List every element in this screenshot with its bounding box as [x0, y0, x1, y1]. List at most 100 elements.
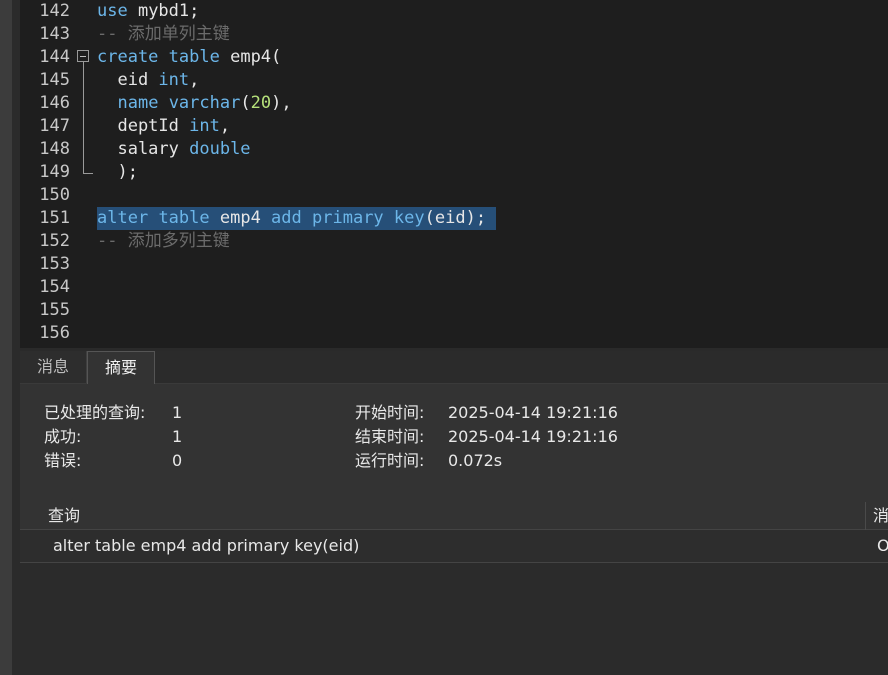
code-token: deptId	[97, 116, 190, 136]
code-line[interactable]: 146 name varchar(20),	[20, 92, 888, 115]
line-number: 149	[39, 162, 70, 182]
grid-header: 查询 消	[20, 502, 888, 530]
end-time-value: 2025-04-14 19:21:16	[448, 427, 618, 446]
line-number: 145	[39, 70, 70, 90]
code-text: create table emp4(	[97, 46, 281, 69]
code-line[interactable]: 153	[20, 253, 888, 276]
line-number: 153	[39, 254, 70, 274]
code-line[interactable]: 151 alter table emp4 add primary key(eid)…	[20, 207, 888, 230]
error-label: 错误:	[44, 451, 82, 470]
code-token: use	[97, 1, 128, 21]
results-grid: 查询 消 alter table emp4 add primary key(ei…	[20, 502, 888, 675]
code-token: int	[158, 70, 190, 90]
code-token: (	[240, 93, 251, 113]
code-line[interactable]: 150	[20, 184, 888, 207]
left-gutter-separator	[12, 0, 20, 675]
code-token: -- 添加单列主键	[97, 24, 230, 44]
code-token: 20	[250, 93, 272, 113]
end-time-label: 结束时间:	[355, 427, 425, 446]
code-text: -- 添加多列主键	[97, 230, 230, 253]
code-text: -- 添加单列主键	[97, 23, 230, 46]
code-token: table	[158, 208, 210, 228]
code-line[interactable]: 144 create table emp4(	[20, 46, 888, 69]
left-scrollbar[interactable]	[0, 0, 12, 675]
code-token: double	[189, 139, 251, 159]
start-time-label: 开始时间:	[355, 403, 425, 422]
code-line[interactable]: 142 use mybd1;	[20, 0, 888, 23]
code-token: alter	[97, 208, 149, 228]
start-time-value: 2025-04-14 19:21:16	[448, 403, 618, 422]
code-line[interactable]: 149 );	[20, 161, 888, 184]
code-token: table	[168, 47, 220, 67]
column-header-query[interactable]: 查询	[48, 502, 80, 529]
line-number: 152	[39, 231, 70, 251]
code-text: name varchar(20),	[97, 92, 292, 115]
processed-queries-label: 已处理的查询:	[44, 403, 146, 422]
code-token: ,	[219, 116, 231, 136]
code-token: salary	[97, 139, 190, 159]
line-number: 146	[39, 93, 70, 113]
tab-messages[interactable]: 消息	[20, 351, 87, 383]
code-token: key	[393, 208, 425, 228]
code-text: eid int,	[97, 69, 199, 92]
code-text: deptId int,	[97, 115, 230, 138]
code-token: emp4(	[219, 47, 282, 67]
table-row[interactable]: alter table emp4 add primary key(eid) O	[20, 530, 888, 563]
code-text: use mybd1;	[97, 0, 199, 23]
processed-queries-value: 1	[172, 403, 183, 422]
line-number: 143	[39, 24, 70, 44]
line-number: 147	[39, 116, 70, 136]
column-header-message[interactable]: 消	[873, 502, 888, 529]
success-value: 1	[172, 427, 183, 446]
code-token: add	[271, 208, 302, 228]
error-value: 0	[172, 451, 183, 470]
selected-code-text: alter table emp4 add primary key(eid);	[97, 207, 497, 230]
code-token: name	[117, 93, 159, 113]
code-line[interactable]: 154	[20, 276, 888, 299]
cell-message[interactable]: O	[877, 530, 888, 562]
line-number: 142	[39, 1, 70, 21]
line-number: 144	[39, 47, 70, 67]
code-token: ,	[189, 70, 200, 90]
code-line[interactable]: 145 eid int,	[20, 69, 888, 92]
tab-summary[interactable]: 摘要	[87, 351, 155, 384]
code-line[interactable]: 147 deptId int,	[20, 115, 888, 138]
run-time-label: 运行时间:	[355, 451, 425, 470]
line-number: 150	[39, 185, 70, 205]
line-number: 155	[39, 300, 70, 320]
code-token: varchar	[168, 93, 241, 113]
code-token: emp4	[209, 208, 272, 228]
code-line[interactable]: 143 -- 添加单列主键	[20, 23, 888, 46]
run-time-value: 0.072s	[448, 451, 503, 470]
code-token: primary	[312, 208, 384, 228]
code-token: create	[97, 47, 159, 67]
line-number: 156	[39, 323, 70, 343]
code-line[interactable]: 155	[20, 299, 888, 322]
line-number: 154	[39, 277, 70, 297]
line-number: 148	[39, 139, 70, 159]
code-token: int	[189, 116, 220, 136]
sql-editor[interactable]: 142 use mybd1; 143 -- 添加单列主键 144 create table…	[20, 0, 888, 348]
line-number: 151	[39, 208, 70, 228]
result-tabs: 消息 摘要	[20, 351, 888, 384]
code-token: -- 添加多列主键	[97, 231, 230, 251]
cell-query[interactable]: alter table emp4 add primary key(eid)	[53, 530, 853, 562]
code-line[interactable]: 156	[20, 322, 888, 345]
code-text: );	[97, 161, 138, 184]
code-token: ),	[271, 93, 292, 113]
code-line[interactable]: 152 -- 添加多列主键	[20, 230, 888, 253]
code-text: salary double	[97, 138, 251, 161]
success-label: 成功:	[44, 427, 82, 446]
code-token: );	[97, 162, 138, 182]
code-token: (eid);	[424, 208, 497, 228]
summary-panel: 已处理的查询: 1 成功: 1 错误: 0 开始时间: 2025-04-14 1…	[20, 384, 888, 502]
code-token: mybd1;	[127, 1, 200, 21]
code-line[interactable]: 148 salary double	[20, 138, 888, 161]
code-token: eid	[97, 70, 159, 90]
